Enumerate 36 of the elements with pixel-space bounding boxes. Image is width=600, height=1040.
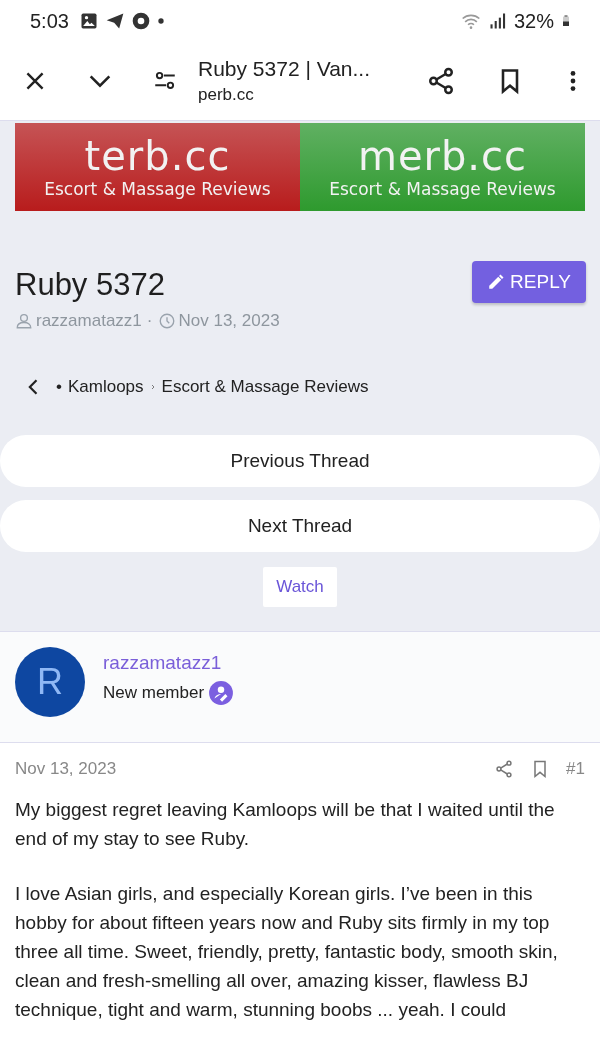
reply-button[interactable]: REPLY: [472, 261, 586, 303]
browser-icon: [130, 11, 151, 31]
member-badge-icon: [208, 680, 235, 706]
watch-button[interactable]: Watch: [263, 567, 337, 607]
thread-nav-button[interactable]: Previous Thread: [0, 435, 600, 487]
banner-panel[interactable]: terb.cc Escort & Massage Reviews: [15, 123, 300, 211]
pencil-icon: [487, 273, 506, 291]
battery-percent: 32%: [513, 9, 554, 33]
user-icon: [15, 312, 33, 330]
page-domain: perb.cc: [198, 85, 255, 105]
separator-dot: ·: [146, 311, 153, 331]
dot-icon: [156, 17, 165, 25]
banner-tagline: Escort & Massage Reviews: [329, 178, 556, 200]
post-paragraph: I love Asian girls, and especially Korean girls. I’ve been in this hobby for about fifteen years now and Ruby sits firmly in my top three all time. Sweet, friendly, pretty, fantastic body, smooth skin, clean and fresh-smelling all over, amazing kisser, flawless BJ technique, tight and warm, stunning boobs ... yeah. I could: [15, 882, 559, 1022]
breadcrumb-link[interactable]: Escort & Massage Reviews: [161, 377, 369, 397]
post-date[interactable]: Nov 13, 2023: [15, 759, 117, 779]
post-number-link[interactable]: #1: [566, 759, 585, 779]
share-icon[interactable]: [426, 66, 456, 96]
thread-date: Nov 13, 2023: [178, 311, 280, 331]
chevron-right-icon: [149, 382, 156, 392]
banner-logo: terb.cc: [84, 134, 231, 178]
post-paragraph: My biggest regret leaving Kamloops will be that I waited until the end of my stay to see Ruby.: [15, 798, 556, 851]
banner-panel[interactable]: merb.cc Escort & Massage Reviews: [300, 123, 585, 211]
clock-icon: [157, 312, 176, 330]
thread-title: Ruby 5372: [15, 267, 166, 303]
avatar[interactable]: R: [15, 647, 85, 717]
banner-logo: merb.cc: [357, 134, 528, 178]
thread-author[interactable]: razzamatazz1: [36, 311, 142, 331]
user-role: New member: [103, 683, 205, 703]
banner-tagline: Escort & Massage Reviews: [44, 178, 271, 200]
username-link[interactable]: razzamatazz1: [103, 652, 235, 674]
breadcrumb-link[interactable]: Kamloops: [67, 377, 144, 397]
clock-time: 5:03: [30, 9, 69, 33]
bullet: •: [56, 377, 62, 397]
page-title: Ruby 5372 | Van...: [198, 57, 371, 81]
thread-nav-button[interactable]: Next Thread: [0, 500, 600, 552]
